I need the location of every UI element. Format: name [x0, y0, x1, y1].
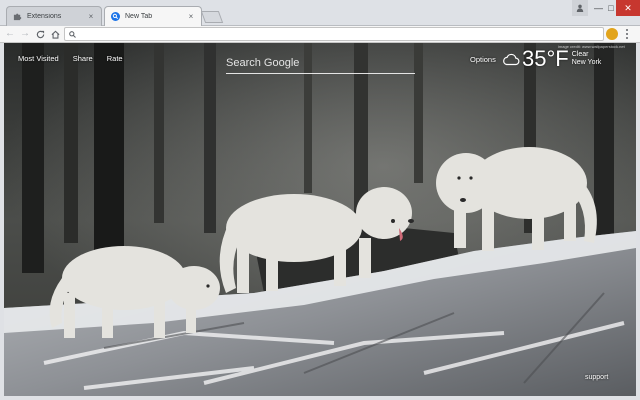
weather-condition: Clear: [571, 51, 589, 58]
most-visited-link[interactable]: Most Visited: [18, 54, 59, 63]
options-link[interactable]: Options: [470, 55, 496, 64]
tab-new-tab[interactable]: New Tab ×: [104, 6, 202, 26]
profile-icon[interactable]: [572, 0, 588, 16]
top-links: Most Visited Share Rate: [18, 54, 123, 63]
window-close-icon[interactable]: ✕: [616, 0, 640, 16]
search-input[interactable]: [226, 52, 415, 73]
back-icon[interactable]: ←: [4, 28, 16, 40]
tab-label: Extensions: [27, 13, 62, 20]
close-icon[interactable]: ×: [87, 12, 95, 21]
share-link[interactable]: Share: [73, 54, 93, 63]
tab-strip: Extensions × New Tab × — □ ✕: [0, 0, 640, 26]
address-bar[interactable]: [64, 27, 604, 41]
puzzle-icon: [13, 12, 22, 21]
tab-extensions[interactable]: Extensions ×: [6, 6, 102, 26]
search-icon: [69, 25, 76, 43]
search-icon: [111, 12, 120, 21]
maximize-icon[interactable]: □: [606, 0, 616, 16]
home-icon[interactable]: [49, 28, 61, 40]
photo-credit: image credit: www.wallpaperstock.net: [558, 44, 625, 49]
tab-label: New Tab: [125, 13, 153, 20]
search-box: [226, 52, 415, 74]
weather-temp: 35°F: [522, 46, 569, 71]
rate-link[interactable]: Rate: [107, 54, 123, 63]
close-icon[interactable]: ×: [187, 12, 195, 21]
new-tab-button[interactable]: [200, 11, 224, 23]
toolbar: ← →: [0, 26, 640, 43]
reload-icon[interactable]: [34, 28, 46, 40]
menu-icon[interactable]: [622, 28, 632, 40]
support-link[interactable]: support: [585, 374, 608, 381]
extension-icon[interactable]: [606, 28, 618, 40]
minimize-icon[interactable]: —: [590, 0, 607, 16]
new-tab-page: Most Visited Share Rate Options 35°F Cle…: [4, 43, 636, 396]
cloud-icon: [502, 52, 520, 66]
weather-details: Clear New York: [572, 51, 602, 67]
weather-widget: 35°F Clear New York: [502, 48, 601, 70]
forward-icon[interactable]: →: [19, 28, 31, 40]
weather-location: New York: [571, 59, 602, 66]
background-photo: [4, 43, 636, 396]
